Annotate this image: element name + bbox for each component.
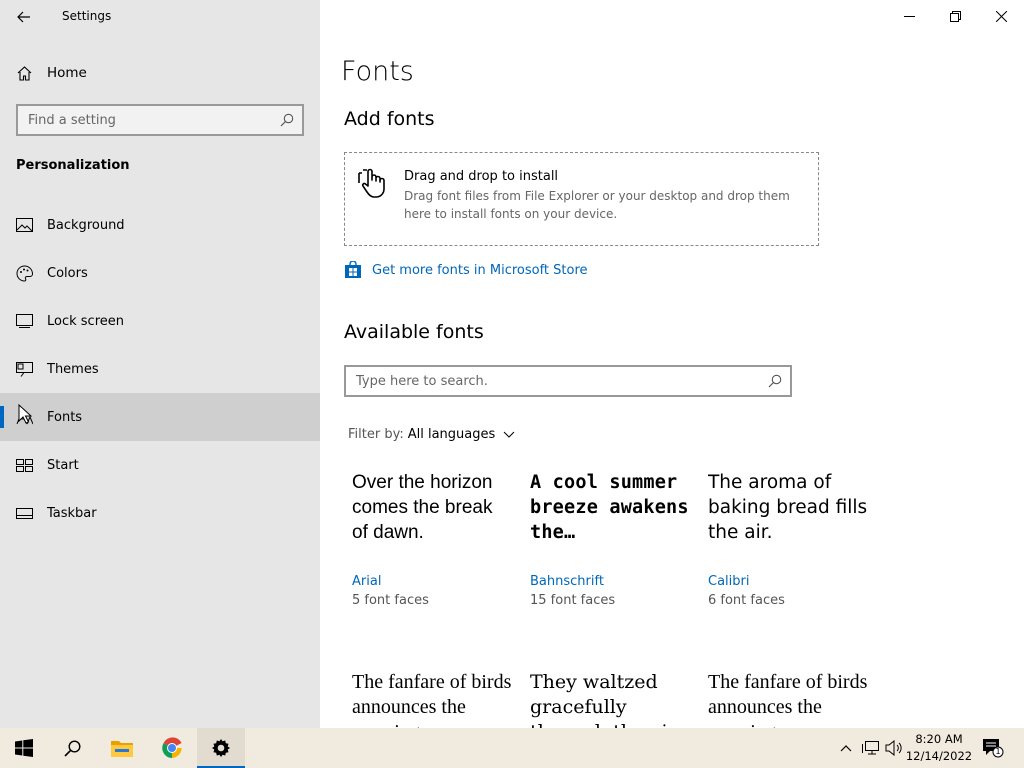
available-fonts-heading: Available fonts [344,321,484,343]
sidebar-item-label: Themes [47,361,99,377]
sidebar-item-lock-screen[interactable]: Lock screen [0,297,320,345]
font-name[interactable]: Calibri [708,574,868,589]
restore-button[interactable] [932,0,978,32]
microsoft-store-icon [345,261,361,278]
settings-search-input[interactable] [28,112,280,128]
search-icon[interactable] [280,113,294,127]
font-grid: Over the horizon comes the break of dawn… [352,470,886,728]
font-name[interactable]: Bahnschrift [530,574,690,589]
chevron-down-icon[interactable] [503,431,515,438]
font-card-calibri[interactable]: The aroma of baking bread fills the air.… [708,470,868,608]
font-sample: Over the horizon comes the break of dawn… [352,472,493,543]
taskbar-search-button[interactable] [48,728,96,768]
close-icon [995,10,1007,22]
drop-zone-title: Drag and drop to install [404,169,559,184]
windows-logo-icon [15,739,33,757]
section-title: Personalization [16,158,130,173]
clock[interactable]: 8:20 AM 12/14/2022 [904,731,974,765]
volume-button[interactable] [884,738,904,758]
notification-count: 1 [995,747,1001,756]
font-sample: The aroma of baking bread fills the air. [708,472,868,543]
page-title: Fonts [341,56,414,87]
palette-icon [16,264,33,282]
start-icon [16,457,33,474]
file-explorer-button[interactable] [98,728,146,768]
sidebar-item-background[interactable]: Background [0,201,320,249]
themes-icon [16,361,33,378]
font-card[interactable]: The fanfare of birds announces the morni… [708,670,868,728]
restore-icon [949,10,961,22]
font-card[interactable]: They waltzed gracefully through the air. [530,670,690,728]
microsoft-store-link[interactable]: Get more fonts in Microsoft Store [344,261,588,279]
font-faces-count: 15 font faces [530,593,616,608]
font-card-arial[interactable]: Over the horizon comes the break of dawn… [352,470,512,608]
network-button[interactable] [861,738,881,758]
search-icon [63,739,81,757]
back-arrow-icon [17,11,30,23]
font-search-input[interactable] [356,373,768,389]
chevron-up-icon [840,744,852,751]
filter-value[interactable]: All languages [408,427,496,442]
store-link-label[interactable]: Get more fonts in Microsoft Store [372,263,588,278]
font-card-bahnschrift[interactable]: A cool summer breeze awakens the… Bahnsc… [530,470,690,608]
picture-icon [16,217,33,234]
clock-time: 8:20 AM [915,732,963,746]
sidebar-item-label: Start [47,457,79,473]
folder-icon [111,741,133,757]
sidebar-item-home[interactable]: Home [0,55,320,91]
add-fonts-heading: Add fonts [344,108,435,130]
clock-date: 12/14/2022 [905,749,973,763]
sidebar-item-label: Colors [47,265,88,281]
home-icon [17,65,32,81]
gear-icon [212,739,230,757]
sidebar-item-taskbar[interactable]: Taskbar [0,489,320,537]
sidebar-item-label: Fonts [47,409,83,425]
close-button[interactable] [978,0,1024,32]
settings-search-box[interactable] [16,104,304,136]
font-sample: The fanfare of birds announces the morni… [352,671,512,728]
font-sample: The fanfare of birds announces the morni… [708,671,868,728]
sidebar-nav: Background Colors Lock screen Themes Fon… [0,201,320,537]
font-name[interactable]: Arial [352,574,512,589]
sidebar-item-label: Background [47,217,125,233]
sidebar-item-label: Lock screen [47,313,124,329]
font-drop-zone[interactable]: Drag and drop to install Drag font files… [344,152,819,246]
chrome-button[interactable] [148,728,196,768]
app-title: Settings [62,9,112,23]
taskbar-icon [16,505,33,522]
sidebar-item-label: Home [47,65,87,81]
start-button[interactable] [0,728,48,768]
sidebar-item-label: Taskbar [47,505,97,521]
search-icon[interactable] [768,374,782,388]
minimize-icon [903,15,915,17]
font-sample: They waltzed gracefully through the air. [530,671,681,728]
filter-label: Filter by: [348,427,404,442]
sidebar-item-fonts[interactable]: Fonts [0,393,320,441]
drop-zone-description: Drag font files from File Explorer or yo… [404,189,790,221]
font-sample: A cool summer breeze awakens the… [530,472,689,543]
language-filter[interactable]: Filter by: All languages [348,427,515,442]
settings-taskbar-button[interactable] [197,728,245,768]
speaker-icon [885,740,902,756]
font-faces-count: 6 font faces [708,593,785,608]
show-hidden-icons-button[interactable] [836,738,856,758]
lock-screen-icon [16,313,33,330]
font-card[interactable]: The fanfare of birds announces the morni… [352,670,512,728]
sidebar-item-start[interactable]: Start [0,441,320,489]
back-button[interactable] [12,6,36,28]
sidebar-item-themes[interactable]: Themes [0,345,320,393]
network-icon [862,741,879,755]
font-search-box[interactable] [344,365,792,397]
sidebar: Settings Home Personalization Background… [0,0,320,728]
minimize-button[interactable] [886,0,932,32]
sidebar-item-colors[interactable]: Colors [0,249,320,297]
chrome-icon [162,737,182,758]
font-faces-count: 5 font faces [352,593,429,608]
notifications-button[interactable]: 1 [982,738,1004,758]
mouse-cursor-icon [18,404,32,424]
drag-hand-icon [358,168,385,198]
